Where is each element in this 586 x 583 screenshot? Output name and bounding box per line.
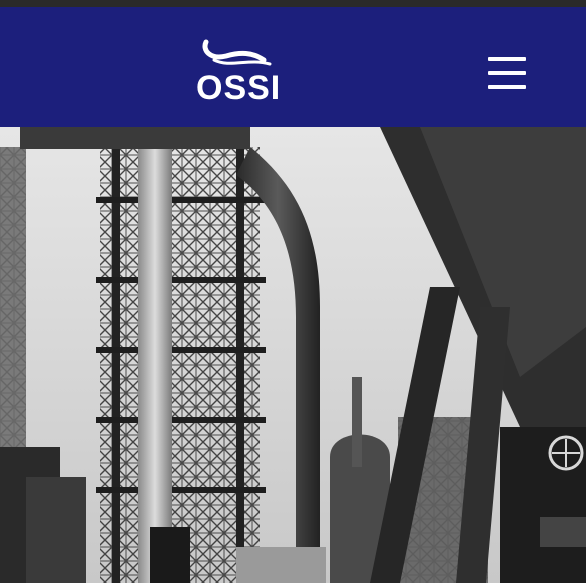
- blast-furnace-photo: [0, 127, 586, 583]
- hero-image: [0, 127, 586, 583]
- wave-logo-icon: [202, 39, 272, 66]
- top-strip: [0, 0, 586, 7]
- site-header: OSSI: [0, 7, 586, 127]
- brand-name: OSSI: [196, 69, 282, 107]
- hamburger-menu-icon[interactable]: [486, 55, 530, 91]
- brand-logo[interactable]: OSSI: [196, 38, 282, 107]
